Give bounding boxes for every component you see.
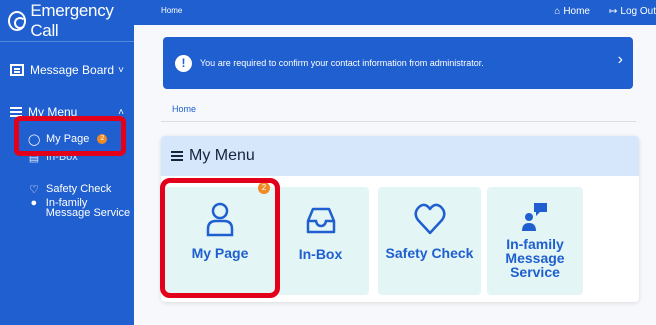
top-breadcrumb[interactable]: Home	[161, 6, 182, 15]
menu-icon	[171, 149, 183, 163]
highlight-box	[160, 178, 280, 298]
tile-label: In-family Message Service	[505, 236, 565, 280]
family-message-icon: ●	[30, 197, 38, 209]
tile-safety-check[interactable]: Safety Check	[378, 187, 481, 295]
sidebar-item-message-board[interactable]: Message Board ˅	[0, 54, 134, 86]
home-icon: ⌂	[554, 6, 561, 17]
chevron-down-icon: ˅	[118, 64, 124, 76]
inbox-icon	[306, 207, 335, 234]
highlight-box	[14, 116, 126, 156]
page-title: My Menu	[189, 147, 255, 164]
sidebar: Emergency Call Message Board ˅ My Menu ˄…	[0, 0, 134, 325]
sidebar-item-in-family-message[interactable]: ● In-family Message Service	[0, 198, 134, 226]
message-board-icon	[10, 64, 24, 76]
home-link[interactable]: ⌂ Home	[554, 6, 590, 17]
chevron-right-icon[interactable]: ›	[618, 51, 623, 69]
sidebar-item-safety-check[interactable]: ♡ Safety Check	[0, 180, 134, 198]
sidebar-item-label: Message Board	[30, 63, 115, 77]
tile-in-family-message[interactable]: In-family Message Service	[487, 187, 583, 295]
divider	[161, 121, 636, 122]
brand-title: Emergency Call	[30, 0, 114, 40]
notice-text: You are required to confirm your contact…	[200, 58, 484, 68]
sidebar-item-label: Safety Check	[46, 183, 112, 195]
heart-icon	[414, 203, 445, 235]
breadcrumb[interactable]: Home	[172, 104, 196, 114]
top-bar: Home ⌂ Home ↦ Log Out	[134, 0, 656, 25]
alert-icon: !	[175, 54, 192, 72]
notice-banner[interactable]: ! You are required to confirm your conta…	[163, 37, 633, 89]
heart-icon: ♡	[29, 183, 39, 196]
family-message-icon	[522, 203, 547, 231]
brand[interactable]: Emergency Call	[0, 0, 134, 42]
logout-link[interactable]: ↦ Log Out	[609, 6, 656, 17]
sidebar-item-label: In-family Message Service	[45, 197, 131, 219]
logo-icon	[8, 10, 27, 31]
tile-label: In-Box	[298, 246, 343, 262]
tile-label: Safety Check	[385, 245, 474, 261]
my-menu-header: My Menu	[161, 136, 639, 176]
tile-in-box[interactable]: In-Box	[272, 187, 369, 295]
logout-icon: ↦	[609, 6, 618, 17]
